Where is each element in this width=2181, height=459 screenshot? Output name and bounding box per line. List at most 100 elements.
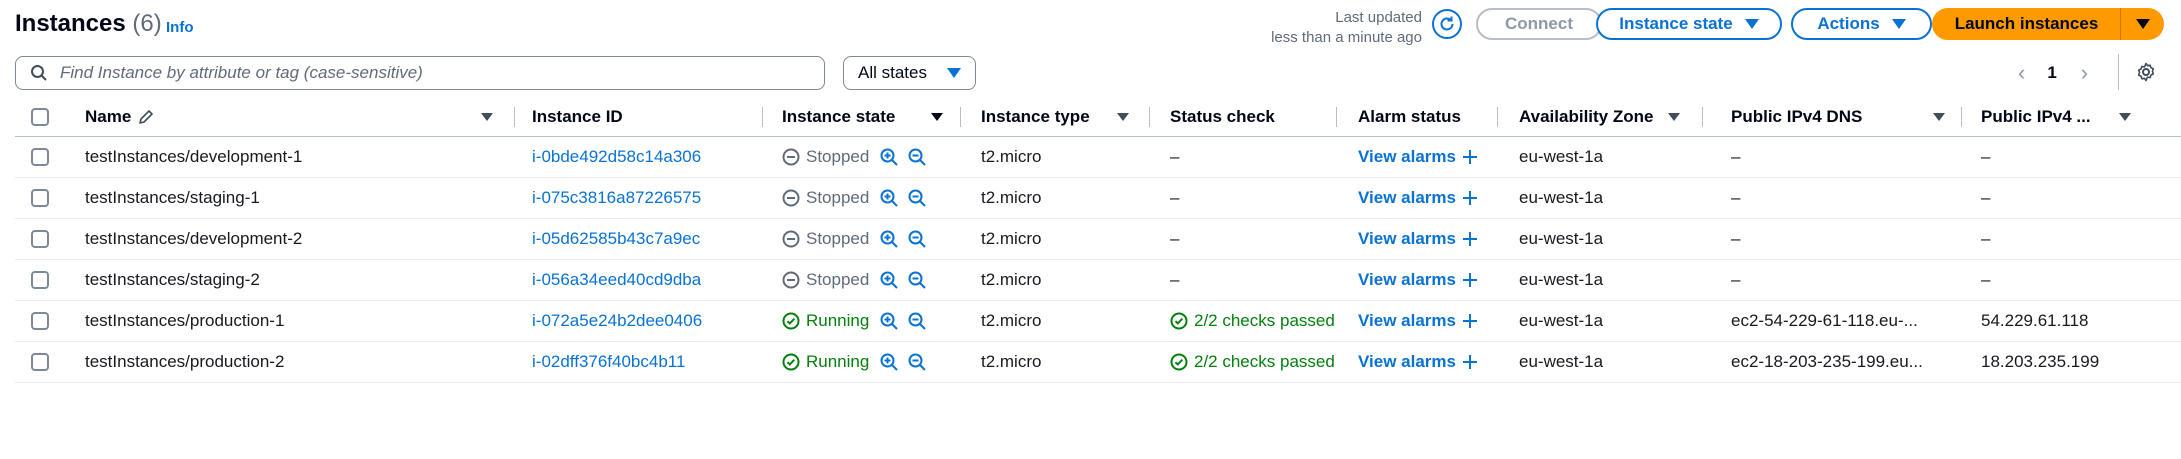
pencil-icon bbox=[139, 110, 154, 124]
status-check: – bbox=[1170, 177, 1336, 218]
sort-caret-icon[interactable] bbox=[1933, 113, 1945, 121]
divider bbox=[2118, 54, 2119, 90]
column-divider[interactable] bbox=[1702, 107, 1703, 127]
availability-zone: eu-west-1a bbox=[1519, 228, 1604, 248]
instance-state-button[interactable]: Instance state bbox=[1596, 8, 1782, 40]
chevron-right-icon[interactable]: › bbox=[2081, 60, 2088, 86]
instance-type: t2.micro bbox=[981, 310, 1042, 330]
states-filter-label: All states bbox=[858, 63, 927, 82]
zoom-in-icon[interactable] bbox=[879, 311, 899, 331]
column-divider[interactable] bbox=[762, 107, 763, 127]
info-link[interactable]: Info bbox=[166, 19, 194, 36]
view-alarms-label: View alarms bbox=[1358, 269, 1456, 289]
col-alarm-status[interactable]: Alarm status bbox=[1358, 98, 1461, 136]
zoom-out-icon[interactable] bbox=[907, 270, 927, 290]
sort-caret-icon[interactable] bbox=[1668, 113, 1680, 121]
row-checkbox[interactable] bbox=[31, 270, 49, 289]
row-checkbox[interactable] bbox=[31, 188, 49, 207]
table-row[interactable]: testInstances/development-2 i-05d62585b4… bbox=[15, 218, 2181, 260]
chevron-left-icon[interactable]: ‹ bbox=[2018, 60, 2025, 86]
col-availability-zone[interactable]: Availability Zone bbox=[1519, 98, 1653, 136]
view-alarms-label: View alarms bbox=[1358, 187, 1456, 207]
state-label: Stopped bbox=[806, 187, 870, 207]
status-check: – bbox=[1170, 136, 1336, 177]
col-status-check[interactable]: Status check bbox=[1170, 98, 1275, 136]
instance-id-link[interactable]: i-02dff376f40bc4b11 bbox=[532, 341, 685, 382]
column-divider[interactable] bbox=[1336, 107, 1337, 127]
row-checkbox[interactable] bbox=[31, 147, 49, 166]
instance-id-link[interactable]: i-05d62585b43c7a9ec bbox=[532, 218, 700, 259]
search-input[interactable] bbox=[58, 62, 802, 84]
table-row[interactable]: testInstances/development-1 i-0bde492d58… bbox=[15, 136, 2181, 178]
view-alarms-link[interactable]: View alarms bbox=[1358, 218, 1478, 259]
select-all-checkbox[interactable] bbox=[31, 108, 49, 126]
sort-caret-icon[interactable] bbox=[481, 113, 493, 121]
col-instance-id[interactable]: Instance ID bbox=[532, 98, 623, 136]
instance-id-link[interactable]: i-056a34eed40cd9dba bbox=[532, 259, 701, 300]
view-alarms-label: View alarms bbox=[1358, 351, 1456, 371]
search-field[interactable] bbox=[15, 56, 825, 90]
view-alarms-link[interactable]: View alarms bbox=[1358, 177, 1478, 218]
instance-id-link[interactable]: i-075c3816a87226575 bbox=[532, 177, 701, 218]
col-name[interactable]: Name bbox=[85, 98, 155, 136]
col-public-dns[interactable]: Public IPv4 DNS bbox=[1731, 98, 1862, 136]
column-divider[interactable] bbox=[1149, 107, 1150, 127]
zoom-out-icon[interactable] bbox=[907, 311, 927, 331]
instance-id-link[interactable]: i-0bde492d58c14a306 bbox=[532, 136, 701, 177]
column-divider[interactable] bbox=[960, 107, 961, 127]
caret-down-icon bbox=[947, 68, 961, 78]
view-alarms-link[interactable]: View alarms bbox=[1358, 136, 1478, 177]
search-icon bbox=[31, 65, 47, 81]
view-alarms-link[interactable]: View alarms bbox=[1358, 300, 1478, 341]
caret-down-icon bbox=[2135, 19, 2150, 29]
col-instance-state[interactable]: Instance state bbox=[782, 98, 895, 136]
settings-button[interactable] bbox=[2136, 62, 2156, 87]
row-checkbox[interactable] bbox=[31, 311, 49, 330]
zoom-out-icon[interactable] bbox=[907, 352, 927, 372]
public-ip: – bbox=[1981, 269, 1991, 289]
sort-caret-icon[interactable] bbox=[931, 113, 943, 121]
column-divider[interactable] bbox=[1497, 107, 1498, 127]
instance-name: testInstances/staging-1 bbox=[85, 187, 260, 207]
actions-button[interactable]: Actions bbox=[1791, 8, 1932, 40]
row-checkbox[interactable] bbox=[31, 352, 49, 371]
col-instance-type[interactable]: Instance type bbox=[981, 98, 1090, 136]
view-alarms-link[interactable]: View alarms bbox=[1358, 259, 1478, 300]
col-name-label: Name bbox=[85, 107, 132, 126]
states-filter[interactable]: All states bbox=[843, 56, 976, 90]
zoom-in-icon[interactable] bbox=[879, 270, 899, 290]
last-updated: Last updated less than a minute ago bbox=[1230, 8, 1422, 48]
zoom-out-icon[interactable] bbox=[907, 229, 927, 249]
zoom-out-icon[interactable] bbox=[907, 147, 927, 167]
table-row[interactable]: testInstances/staging-2 i-056a34eed40cd9… bbox=[15, 259, 2181, 301]
zoom-out-icon[interactable] bbox=[907, 188, 927, 208]
public-dns: – bbox=[1731, 146, 1741, 166]
view-alarms-link[interactable]: View alarms bbox=[1358, 341, 1478, 382]
sort-caret-icon[interactable] bbox=[1117, 113, 1129, 121]
refresh-button[interactable] bbox=[1432, 9, 1462, 39]
zoom-in-icon[interactable] bbox=[879, 188, 899, 208]
instance-type: t2.micro bbox=[981, 351, 1042, 371]
column-divider[interactable] bbox=[514, 107, 515, 127]
col-public-ip[interactable]: Public IPv4 ... bbox=[1981, 98, 2121, 136]
zoom-in-icon[interactable] bbox=[879, 229, 899, 249]
sort-caret-icon[interactable] bbox=[2119, 113, 2131, 121]
table-header: Name Instance ID Instance state Instance… bbox=[15, 98, 2181, 137]
launch-instances-button[interactable]: Launch instances bbox=[1932, 8, 2121, 40]
status-check-label: 2/2 checks passed bbox=[1194, 351, 1335, 371]
table-row[interactable]: testInstances/staging-1 i-075c3816a87226… bbox=[15, 177, 2181, 219]
instance-state: Stopped bbox=[782, 259, 927, 300]
connect-button[interactable]: Connect bbox=[1476, 8, 1602, 40]
row-checkbox[interactable] bbox=[31, 229, 49, 248]
current-page[interactable]: 1 bbox=[2047, 63, 2056, 83]
public-dns: – bbox=[1731, 269, 1741, 289]
table-row[interactable]: testInstances/production-2 i-02dff376f40… bbox=[15, 341, 2181, 383]
column-divider[interactable] bbox=[1961, 107, 1962, 127]
stopped-icon bbox=[782, 271, 800, 289]
zoom-in-icon[interactable] bbox=[879, 352, 899, 372]
table-row[interactable]: testInstances/production-1 i-072a5e24b2d… bbox=[15, 300, 2181, 342]
instance-id-link[interactable]: i-072a5e24b2dee0406 bbox=[532, 300, 702, 341]
zoom-in-icon[interactable] bbox=[879, 147, 899, 167]
plus-icon bbox=[1462, 272, 1477, 287]
launch-dropdown-button[interactable] bbox=[2120, 8, 2164, 40]
